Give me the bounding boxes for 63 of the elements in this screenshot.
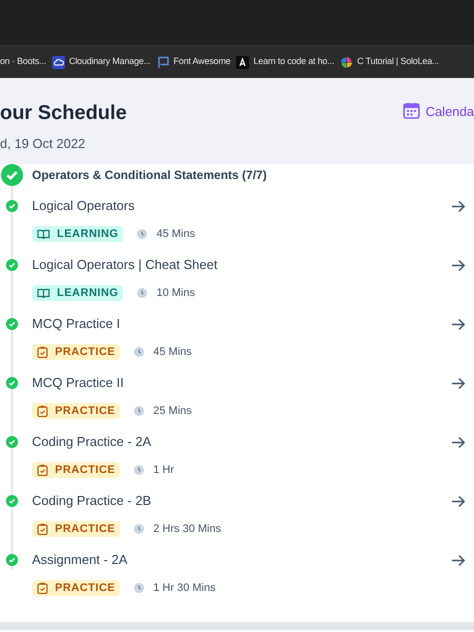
tag-badge: PRACTICE bbox=[32, 580, 120, 596]
check-icon bbox=[1, 164, 23, 186]
book-icon bbox=[37, 228, 50, 240]
check-icon bbox=[6, 318, 18, 330]
clock-icon bbox=[134, 347, 144, 358]
bookmark-link[interactable]: C Tutorial | SoloLea... bbox=[340, 55, 439, 69]
check-icon bbox=[6, 436, 18, 448]
bookmark-link[interactable]: on · Boots... bbox=[0, 55, 46, 69]
item-title[interactable]: Logical Operators | Cheat Sheet bbox=[32, 257, 218, 273]
arrow-right-icon[interactable] bbox=[451, 376, 466, 390]
flag-icon bbox=[156, 56, 170, 68]
clipboard-icon bbox=[37, 405, 48, 418]
check-icon bbox=[6, 377, 18, 389]
check-icon bbox=[6, 200, 18, 212]
duration-text: 45 Mins bbox=[153, 345, 192, 360]
check-icon bbox=[6, 259, 18, 271]
item-title[interactable]: MCQ Practice I bbox=[32, 316, 120, 332]
item-title[interactable]: Coding Practice - 2A bbox=[32, 434, 152, 450]
tag-badge: PRACTICE bbox=[32, 462, 120, 478]
clipboard-icon bbox=[37, 464, 48, 476]
tag-badge: LEARNING bbox=[32, 285, 124, 302]
calendar-link[interactable]: Calenda bbox=[426, 102, 474, 122]
duration-text: 25 Mins bbox=[153, 404, 192, 419]
duration-text: 45 Mins bbox=[156, 227, 195, 242]
cloud-icon bbox=[52, 56, 65, 68]
clipboard-icon bbox=[37, 523, 48, 536]
duration-text: 2 Hrs 30 Mins bbox=[153, 522, 222, 537]
arrow-right-icon[interactable] bbox=[451, 318, 466, 330]
calendar-icon bbox=[402, 102, 420, 119]
arrow-right-icon[interactable] bbox=[451, 494, 466, 508]
bookmark-link[interactable]: Font Awesome bbox=[156, 55, 230, 69]
letter-mark-icon bbox=[236, 56, 250, 68]
date-text: d, 19 Oct 2022 bbox=[0, 135, 86, 153]
clock-icon bbox=[137, 288, 148, 298]
arrow-right-icon[interactable] bbox=[451, 258, 466, 272]
tag-badge: PRACTICE bbox=[32, 344, 120, 360]
page-title: our Schedule bbox=[0, 101, 128, 126]
bookmark-link[interactable]: Cloudinary Manage... bbox=[52, 55, 150, 69]
clock-icon bbox=[134, 524, 144, 534]
check-icon bbox=[6, 495, 18, 507]
tag-badge: LEARNING bbox=[32, 226, 124, 242]
clock-icon bbox=[134, 465, 144, 476]
arrow-right-icon[interactable] bbox=[451, 200, 466, 212]
clock-icon bbox=[134, 583, 144, 594]
section-title: Operators & Conditional Statements (7/7) bbox=[32, 167, 267, 184]
tag-badge: PRACTICE bbox=[32, 521, 120, 538]
check-icon bbox=[6, 554, 18, 566]
clipboard-icon bbox=[37, 582, 48, 594]
item-title[interactable]: Logical Operators bbox=[32, 198, 135, 214]
item-title[interactable]: MCQ Practice II bbox=[32, 375, 124, 391]
arrow-right-icon[interactable] bbox=[451, 554, 466, 566]
duration-text: 1 Hr bbox=[153, 463, 174, 478]
item-title[interactable]: Coding Practice - 2B bbox=[32, 493, 152, 509]
clipboard-icon bbox=[37, 346, 48, 358]
item-title[interactable]: Assignment - 2A bbox=[32, 552, 128, 568]
duration-text: 1 Hr 30 Mins bbox=[153, 581, 216, 596]
tag-badge: PRACTICE bbox=[32, 403, 120, 420]
book-icon bbox=[37, 288, 50, 299]
clock-icon bbox=[134, 406, 144, 416]
bookmark-link[interactable]: Learn to code at ho... bbox=[236, 55, 334, 69]
duration-text: 10 Mins bbox=[156, 286, 195, 301]
clock-icon bbox=[137, 229, 148, 240]
arrow-right-icon[interactable] bbox=[451, 436, 466, 448]
